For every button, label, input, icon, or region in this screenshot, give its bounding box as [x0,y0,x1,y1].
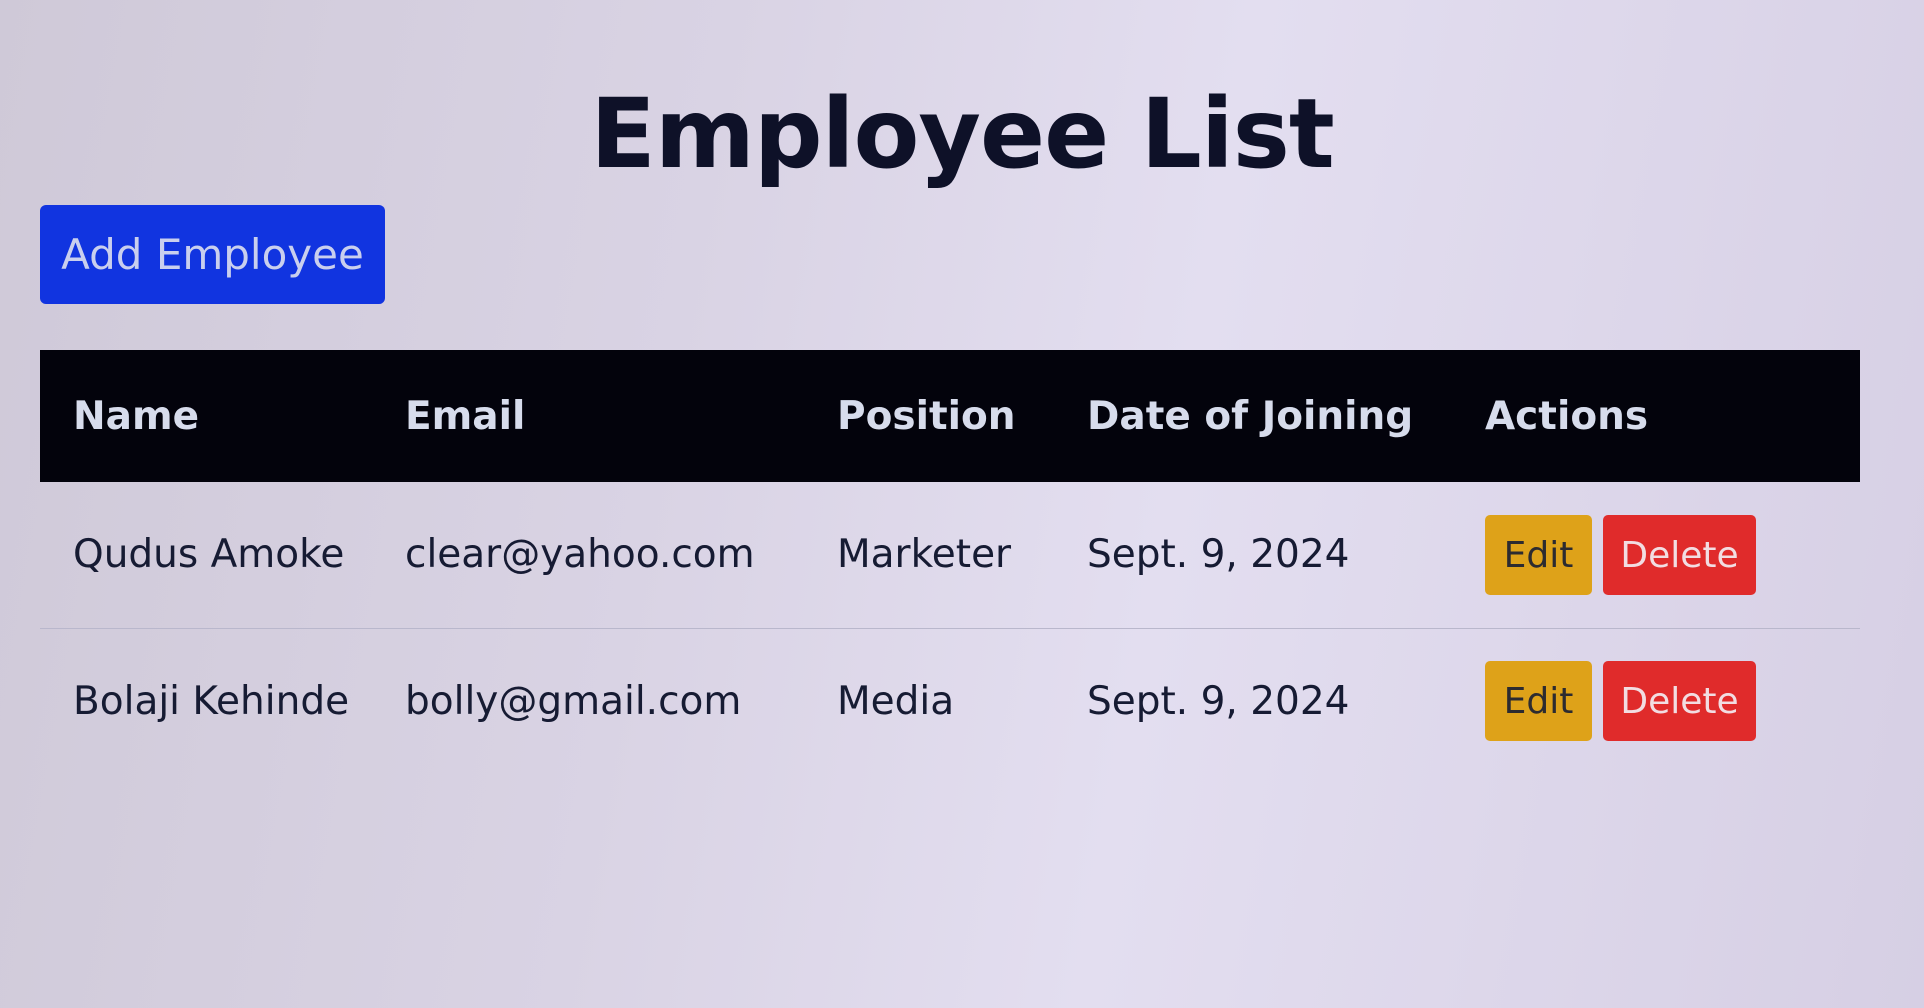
delete-button[interactable]: Delete [1603,661,1756,742]
row-actions: Edit Delete [1452,628,1860,774]
column-header-email: Email [405,393,526,439]
delete-button[interactable]: Delete [1603,514,1756,595]
column-header-actions: Actions [1485,393,1649,439]
page-title: Employee List [590,78,1335,190]
employee-email: bolly@gmail.com [405,678,742,724]
row-actions: Edit Delete [1452,482,1860,629]
edit-button[interactable]: Edit [1485,514,1592,595]
column-header-date-of-joining: Date of Joining [1087,393,1414,439]
employee-date-of-joining: Sept. 9, 2024 [1054,482,1452,629]
table-row: Bolaji Kehinde bolly@gmail.com Media Sep… [40,628,1860,774]
employee-name: Qudus Amoke [40,482,372,629]
table-row: Qudus Amoke clear@yahoo.com Marketer Sep… [40,482,1860,629]
column-header-name: Name [73,393,200,439]
edit-button[interactable]: Edit [1485,661,1592,742]
add-employee-button[interactable]: Add Employee [40,205,385,304]
employee-position: Media [837,678,955,724]
employee-position: Marketer [804,482,1054,629]
employee-table: Name Email Position Date of Joining Acti… [40,350,1860,774]
table-body: Qudus Amoke clear@yahoo.com Marketer Sep… [40,482,1860,774]
employee-name: Bolaji Kehinde [73,678,350,724]
table-header: Name Email Position Date of Joining Acti… [40,350,1860,482]
table-header-row: Name Email Position Date of Joining Acti… [40,350,1860,482]
employee-email: clear@yahoo.com [372,482,804,629]
employee-date-of-joining: Sept. 9, 2024 [1087,678,1350,724]
employee-table-container: Name Email Position Date of Joining Acti… [40,350,1860,774]
column-header-position: Position [837,393,1016,439]
